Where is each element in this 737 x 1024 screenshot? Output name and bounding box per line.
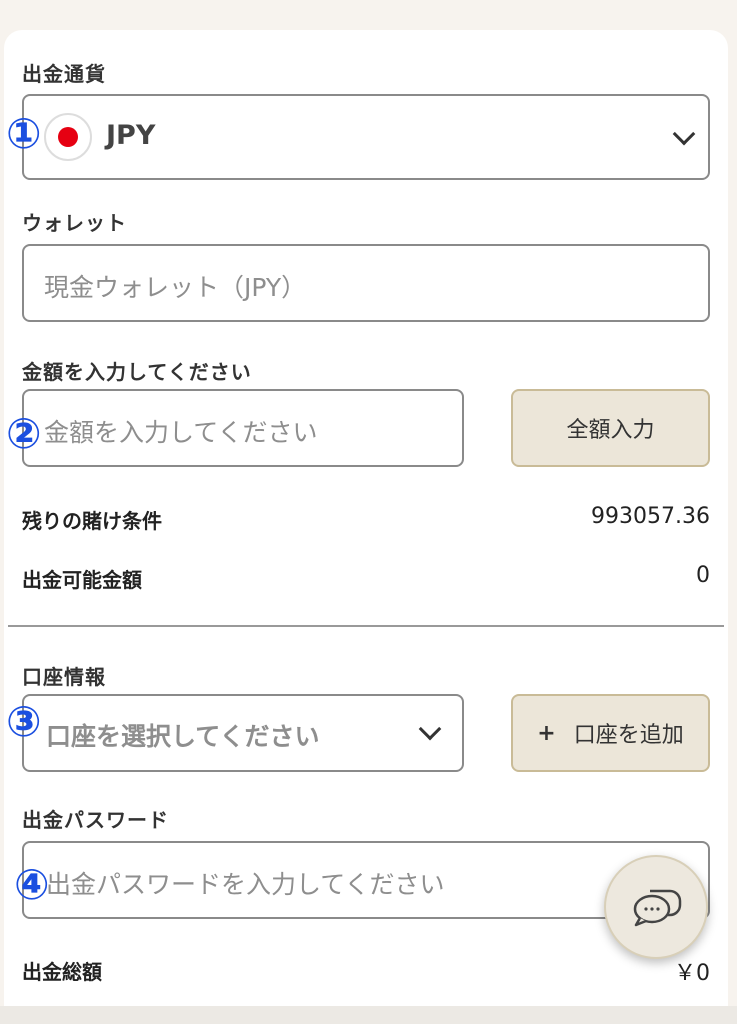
step-marker-4: ④ — [14, 860, 50, 909]
currency-select[interactable]: JPY — [22, 94, 710, 180]
bottom-bar — [0, 1006, 737, 1024]
plus-icon: + — [537, 720, 556, 746]
step-marker-2: ② — [6, 409, 42, 458]
account-label: 口座情報 — [22, 665, 106, 689]
available-amount-value: 0 — [696, 563, 710, 588]
chevron-down-icon — [672, 122, 696, 146]
max-amount-button[interactable]: 全額入力 — [511, 389, 710, 467]
japan-flag-icon — [44, 113, 92, 161]
chevron-down-icon — [418, 717, 442, 741]
section-divider — [8, 625, 724, 627]
available-amount-label: 出金可能金額 — [22, 568, 142, 592]
amount-placeholder: 金額を入力してください — [44, 418, 318, 447]
password-placeholder: 出金パスワードを入力してください — [46, 870, 445, 899]
amount-label: 金額を入力してください — [22, 360, 252, 384]
step-marker-3: ③ — [6, 697, 42, 746]
add-account-label: 口座を追加 — [573, 723, 684, 748]
account-select[interactable]: 口座を選択してください — [22, 694, 464, 772]
remaining-wager-value: 993057.36 — [591, 504, 710, 529]
wallet-value: 現金ウォレット（JPY） — [44, 273, 307, 302]
currency-label: 出金通貨 — [22, 62, 106, 86]
remaining-wager-label: 残りの賭け条件 — [22, 509, 162, 533]
total-label: 出金総額 — [22, 960, 102, 984]
currency-value: JPY — [106, 120, 156, 151]
account-placeholder: 口座を選択してください — [46, 722, 320, 751]
password-label: 出金パスワード — [22, 808, 169, 832]
add-account-button[interactable]: + 口座を追加 — [511, 694, 710, 772]
amount-input[interactable]: 金額を入力してください — [22, 389, 464, 467]
total-value: ￥0 — [674, 961, 710, 986]
step-marker-1: ① — [6, 109, 42, 158]
chat-button[interactable] — [604, 855, 708, 959]
wallet-label: ウォレット — [22, 211, 127, 235]
chat-bubbles-icon — [633, 889, 682, 927]
wallet-field[interactable]: 現金ウォレット（JPY） — [22, 244, 710, 322]
